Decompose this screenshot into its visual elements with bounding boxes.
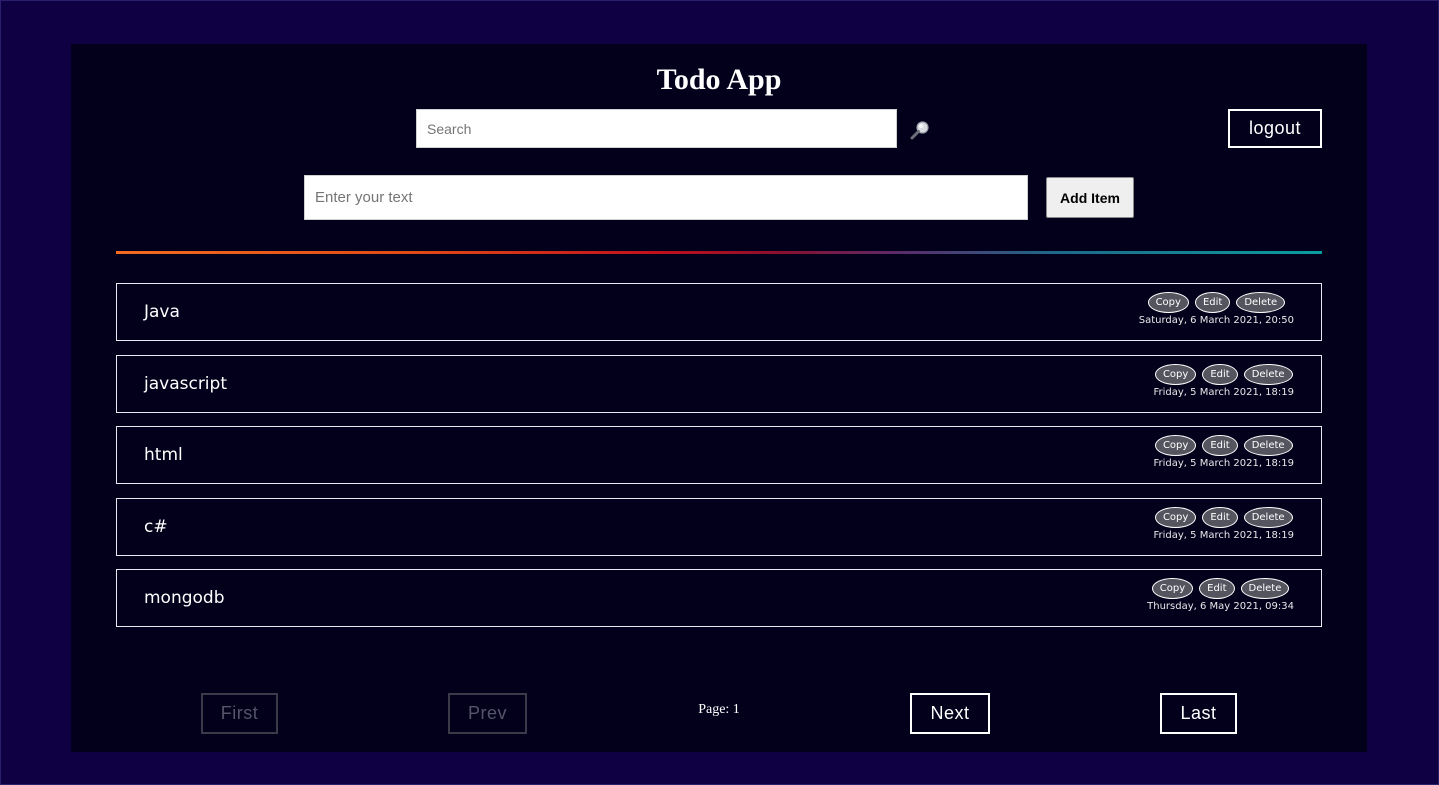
edit-button[interactable]: Edit bbox=[1202, 506, 1238, 528]
todo-actions: Copy Edit Delete bbox=[1154, 363, 1293, 385]
todo-item: html Copy Edit Delete Friday, 5 March 20… bbox=[116, 426, 1322, 484]
delete-button[interactable]: Delete bbox=[1240, 578, 1290, 599]
last-page-button[interactable]: Last bbox=[1160, 693, 1237, 734]
new-todo-input[interactable] bbox=[304, 175, 1028, 220]
todo-date: Friday, 5 March 2021, 18:19 bbox=[1153, 529, 1295, 541]
delete-button[interactable]: Delete bbox=[1236, 292, 1286, 313]
gradient-divider bbox=[116, 251, 1322, 254]
search-icon[interactable] bbox=[909, 119, 931, 141]
main-panel: Todo App logout Add Item Java Copy Edit … bbox=[71, 44, 1367, 752]
todo-date: Thursday, 6 May 2021, 09:34 bbox=[1147, 601, 1294, 612]
copy-button[interactable]: Copy bbox=[1151, 578, 1194, 599]
todo-item: Java Copy Edit Delete Saturday, 6 March … bbox=[116, 283, 1322, 341]
page-indicator: Page: 1 bbox=[698, 702, 740, 717]
todo-item: mongodb Copy Edit Delete Thursday, 6 May… bbox=[116, 569, 1322, 627]
delete-button[interactable]: Delete bbox=[1243, 435, 1293, 456]
todo-item: c# Copy Edit Delete Friday, 5 March 2021… bbox=[116, 497, 1322, 556]
todo-actions: Copy Edit Delete bbox=[1154, 506, 1293, 528]
add-item-button[interactable]: Add Item bbox=[1046, 177, 1134, 218]
todo-text: javascript bbox=[144, 373, 227, 394]
edit-button[interactable]: Edit bbox=[1199, 578, 1235, 599]
search-input[interactable] bbox=[416, 109, 897, 148]
todo-meta: Copy Edit Delete Saturday, 6 March 2021,… bbox=[1139, 292, 1294, 326]
first-page-button[interactable]: First bbox=[201, 693, 278, 734]
todo-date: Saturday, 6 March 2021, 20:50 bbox=[1138, 315, 1294, 326]
todo-date: Friday, 5 March 2021, 18:19 bbox=[1153, 458, 1295, 469]
todo-meta: Copy Edit Delete Friday, 5 March 2021, 1… bbox=[1153, 363, 1295, 398]
delete-button[interactable]: Delete bbox=[1243, 506, 1293, 528]
edit-button[interactable]: Edit bbox=[1202, 435, 1238, 456]
todo-meta: Copy Edit Delete Friday, 5 March 2021, 1… bbox=[1153, 506, 1295, 541]
copy-button[interactable]: Copy bbox=[1154, 506, 1197, 528]
todo-meta: Copy Edit Delete Thursday, 6 May 2021, 0… bbox=[1147, 578, 1294, 612]
todo-list: Java Copy Edit Delete Saturday, 6 March … bbox=[116, 283, 1322, 641]
copy-button[interactable]: Copy bbox=[1154, 435, 1197, 456]
todo-actions: Copy Edit Delete bbox=[1151, 578, 1290, 599]
prev-page-button[interactable]: Prev bbox=[448, 693, 527, 734]
todo-item: javascript Copy Edit Delete Friday, 5 Ma… bbox=[116, 354, 1322, 413]
todo-text: Java bbox=[144, 302, 180, 322]
todo-actions: Copy Edit Delete bbox=[1154, 435, 1293, 456]
next-page-button[interactable]: Next bbox=[910, 693, 990, 734]
todo-text: c# bbox=[144, 516, 168, 537]
todo-meta: Copy Edit Delete Friday, 5 March 2021, 1… bbox=[1153, 435, 1295, 469]
todo-actions: Copy Edit Delete bbox=[1147, 292, 1286, 313]
edit-button[interactable]: Edit bbox=[1194, 292, 1231, 313]
page-title: Todo App bbox=[656, 63, 782, 96]
edit-button[interactable]: Edit bbox=[1202, 363, 1238, 385]
todo-text: mongodb bbox=[144, 588, 225, 608]
delete-button[interactable]: Delete bbox=[1243, 363, 1293, 385]
todo-text: html bbox=[144, 445, 183, 465]
logout-button[interactable]: logout bbox=[1228, 109, 1322, 148]
copy-button[interactable]: Copy bbox=[1147, 292, 1189, 313]
copy-button[interactable]: Copy bbox=[1154, 363, 1197, 385]
todo-date: Friday, 5 March 2021, 18:19 bbox=[1153, 386, 1295, 398]
